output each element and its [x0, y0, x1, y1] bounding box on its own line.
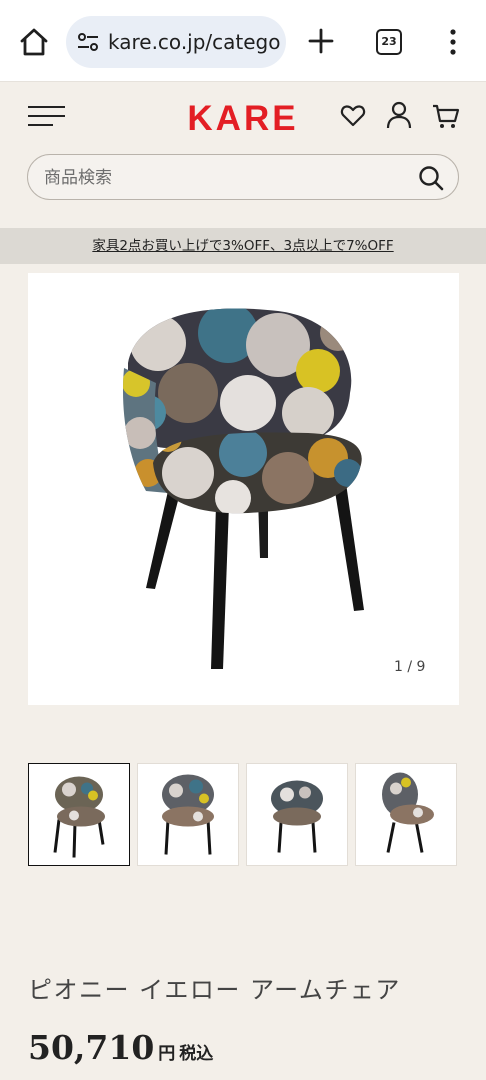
more-options-icon[interactable]	[446, 28, 460, 56]
thumbnail-2[interactable]	[137, 763, 239, 866]
search-placeholder: 商品検索	[44, 168, 112, 188]
product-title: ピオニー イエロー アームチェア	[28, 976, 401, 1004]
price-value: 50,710	[28, 1028, 155, 1067]
promo-text[interactable]: 家具2点お買い上げで3%OFF、3点以上で7%OFF	[92, 238, 393, 254]
browser-toolbar: kare.co.jp/catego 23	[0, 0, 486, 82]
search-icon[interactable]	[418, 165, 444, 191]
account-icon[interactable]	[386, 101, 412, 129]
thumbnail-chair-image	[53, 776, 105, 858]
kare-logo[interactable]: KARE	[174, 100, 312, 134]
product-price: 50,710 円税込	[28, 1028, 213, 1067]
new-tab-icon[interactable]	[306, 26, 336, 56]
menu-icon[interactable]	[27, 104, 67, 128]
image-counter: 1 / 9	[394, 659, 426, 675]
site-settings-icon[interactable]	[76, 30, 100, 54]
thumbnail-3[interactable]	[246, 763, 348, 866]
cart-icon[interactable]	[432, 104, 460, 130]
wishlist-icon[interactable]	[340, 104, 366, 128]
thumbnail-4[interactable]	[355, 763, 457, 866]
price-unit: 円	[158, 1044, 176, 1064]
tab-switcher-button[interactable]: 23	[376, 29, 402, 55]
promo-banner[interactable]: 家具2点お買い上げで3%OFF、3点以上で7%OFF	[0, 228, 486, 264]
thumbnail-strip	[28, 763, 459, 866]
thumbnail-1[interactable]	[28, 763, 130, 866]
home-icon[interactable]	[16, 24, 52, 60]
thumbnail-chair-image	[271, 780, 323, 853]
logo-text: KARE	[187, 100, 298, 134]
url-text: kare.co.jp/catego	[108, 30, 280, 54]
search-input[interactable]: 商品検索	[27, 154, 459, 200]
product-main-image[interactable]: 1 / 9	[28, 273, 459, 705]
chair-image	[122, 308, 364, 669]
thumbnail-chair-image	[162, 774, 214, 855]
address-bar[interactable]: kare.co.jp/catego	[66, 16, 286, 68]
thumbnail-chair-image	[382, 772, 434, 853]
tax-label: 税込	[179, 1044, 214, 1064]
